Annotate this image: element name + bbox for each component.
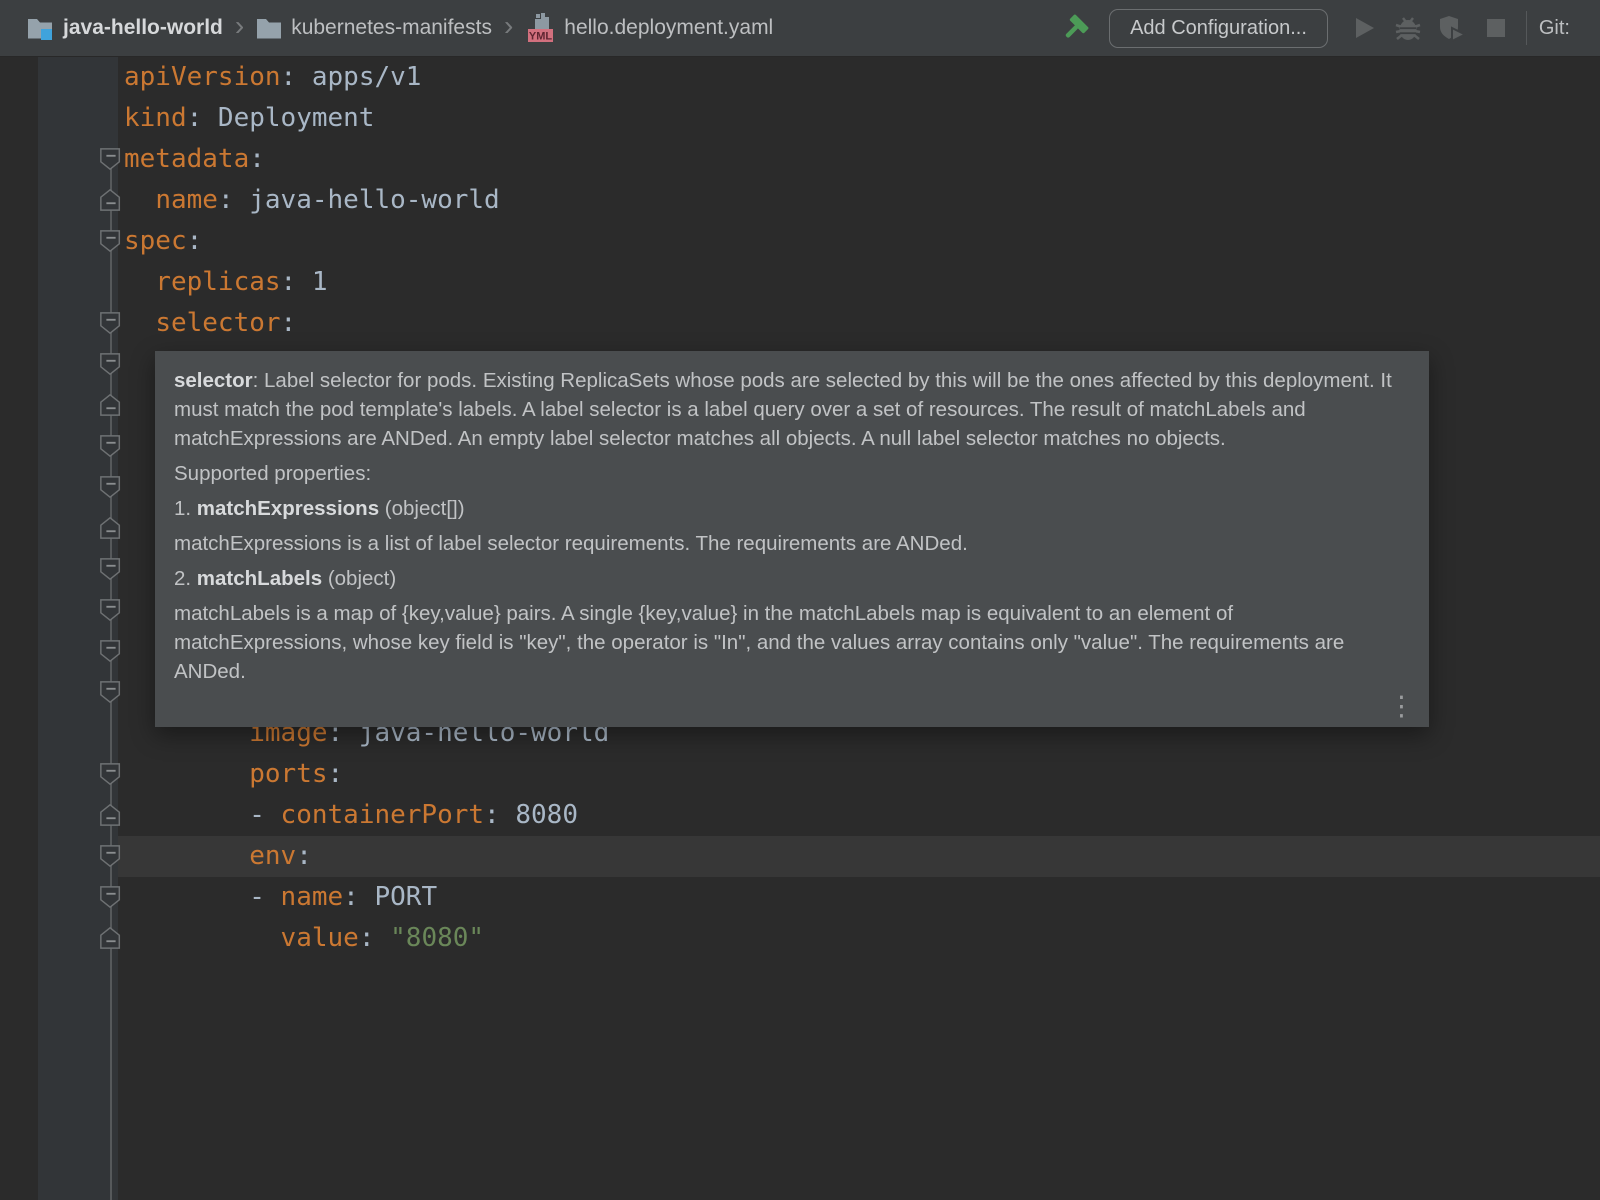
code-line[interactable]: name: java-hello-world [124,180,500,221]
folder-icon [256,17,282,39]
fold-up-icon[interactable] [99,802,123,833]
breadcrumb: java-hello-world › kubernetes-manifests › YM… [0,12,773,44]
breadcrumb-label: hello.deployment.yaml [564,16,773,40]
code-token [124,841,249,871]
fold-up-icon[interactable] [99,925,123,956]
code-token: name [155,185,218,215]
tooltip-paragraph: 2. matchLabels (object) [174,564,1409,593]
documentation-tooltip: selector: Label selector for pods. Exist… [155,351,1429,727]
fold-up-icon[interactable] [99,392,123,423]
yaml-file-icon: YML [525,12,555,44]
code-token: replicas [155,267,280,297]
code-token: : java-hello-world [218,185,500,215]
code-token: : apps/v1 [281,62,422,92]
code-token: : Deployment [187,103,375,133]
code-token [124,308,155,338]
stop-icon[interactable] [1474,6,1518,50]
code-token: metadata [124,144,249,174]
tooltip-paragraph: 1. matchExpressions (object[]) [174,494,1409,523]
toolbar-divider [1526,11,1527,45]
code-token: : [359,923,390,953]
debug-icon[interactable] [1386,6,1430,50]
code-line[interactable]: metadata: [124,139,265,180]
code-token [124,923,281,953]
fold-down-icon[interactable] [99,761,123,792]
code-line[interactable]: spec: [124,221,202,262]
fold-down-icon[interactable] [99,433,123,464]
breadcrumb-label: java-hello-world [63,16,223,40]
breadcrumb-item[interactable]: YML hello.deployment.yaml [525,12,773,44]
fold-down-icon[interactable] [99,638,123,669]
code-token: env [249,841,296,871]
editor-gutter[interactable] [38,57,118,1200]
fold-down-icon[interactable] [99,843,123,874]
fold-down-icon[interactable] [99,310,123,341]
breadcrumb-item[interactable]: kubernetes-manifests [256,16,492,40]
code-line[interactable]: value: "8080" [124,918,484,959]
code-token: apiVersion [124,62,281,92]
code-line[interactable]: - name: PORT [124,877,437,918]
code-token: : [296,841,312,871]
fold-down-icon[interactable] [99,597,123,628]
add-configuration-button[interactable]: Add Configuration... [1109,9,1328,48]
breadcrumb-label: kubernetes-manifests [291,16,492,40]
fold-up-icon[interactable] [99,515,123,546]
code-token: : [187,226,203,256]
tooltip-paragraph: selector: Label selector for pods. Exist… [174,366,1409,453]
code-token: selector [155,308,280,338]
code-token: name [281,882,344,912]
main-toolbar: java-hello-world › kubernetes-manifests › YM… [0,0,1600,57]
breadcrumb-item[interactable]: java-hello-world [26,14,223,42]
code-token: : [328,759,344,789]
fold-up-icon[interactable] [99,187,123,218]
tooltip-paragraph: matchExpressions is a list of label sele… [174,529,1409,558]
fold-down-icon[interactable] [99,679,123,710]
code-line[interactable]: ports: [124,754,343,795]
code-line[interactable]: selector: [124,303,296,344]
code-token [124,267,155,297]
fold-down-icon[interactable] [99,884,123,915]
code-token: containerPort [281,800,485,830]
run-icon[interactable] [1342,6,1386,50]
code-token: : [249,144,265,174]
fold-down-icon[interactable] [99,474,123,505]
code-token: - [124,882,281,912]
code-line[interactable]: kind: Deployment [124,98,374,139]
fold-down-icon[interactable] [99,228,123,259]
run-with-coverage-icon[interactable] [1430,6,1474,50]
code-token: kind [124,103,187,133]
code-token: : 8080 [484,800,578,830]
more-options-icon[interactable]: ⋮ [1388,692,1415,721]
code-token: "8080" [390,923,484,953]
code-token: value [281,923,359,953]
run-toolbar: Add Configuration... [1055,6,1600,50]
code-line[interactable]: apiVersion: apps/v1 [124,57,421,98]
project-folder-icon [26,14,54,42]
breadcrumb-chevron-icon: › [233,12,246,44]
code-token [124,185,155,215]
build-hammer-icon[interactable] [1055,6,1099,50]
git-branch-label[interactable]: Git: [1539,17,1586,40]
breadcrumb-chevron-icon: › [502,12,515,44]
tooltip-paragraph: matchLabels is a map of {key,value} pair… [174,599,1409,686]
code-token: ports [249,759,327,789]
code-token: : PORT [343,882,437,912]
code-token [124,759,249,789]
code-line[interactable]: replicas: 1 [124,262,328,303]
code-token: spec [124,226,187,256]
fold-down-icon[interactable] [99,351,123,382]
code-token: - [124,800,281,830]
fold-down-icon[interactable] [99,556,123,587]
svg-text:YML: YML [529,31,553,43]
code-token: : [281,308,297,338]
editor[interactable]: apiVersion: apps/v1kind: Deploymentmetad… [0,57,1600,1200]
code-line[interactable]: - containerPort: 8080 [124,795,578,836]
tooltip-paragraph: Supported properties: [174,459,1409,488]
code-line[interactable]: env: [124,836,312,877]
fold-down-icon[interactable] [99,146,123,177]
code-token: : 1 [281,267,328,297]
